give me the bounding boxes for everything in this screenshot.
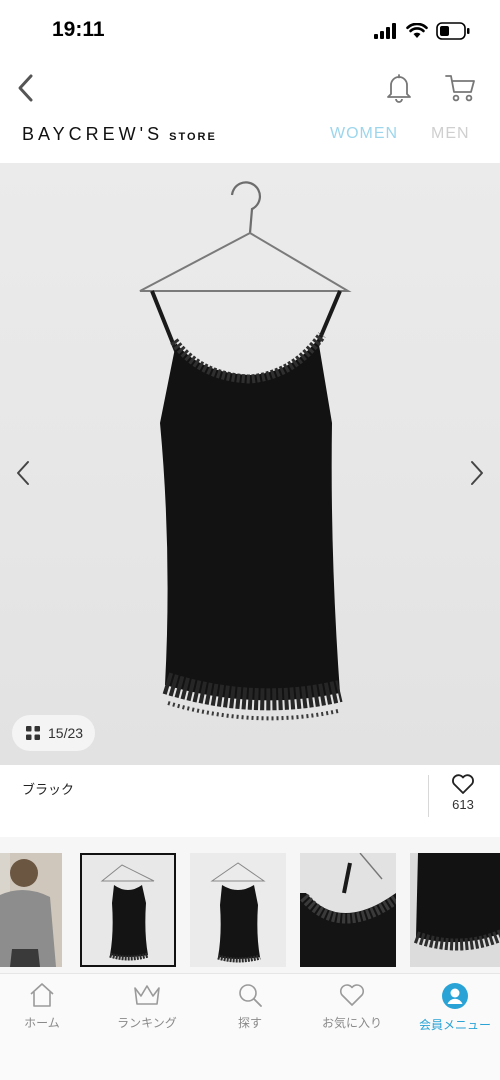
tab-member-menu[interactable]: 会員メニュー [405,982,500,1042]
chevron-left-icon [18,74,33,102]
user-icon [442,983,468,1009]
tab-women[interactable]: WOMEN [330,125,398,143]
thumb-model[interactable] [0,853,62,967]
product-info-row: ブラック 613 [0,765,500,837]
like-button[interactable]: 613 [440,773,486,825]
gallery-prev-button[interactable] [8,453,38,493]
chevron-left-icon [17,461,29,485]
heart-icon [339,984,365,1006]
crown-icon [134,985,160,1005]
tab-member-menu-label: 会員メニュー [418,1018,491,1032]
image-counter-button[interactable]: 15/23 [12,715,96,751]
wifi-icon [406,23,428,38]
home-icon [30,983,54,1007]
thumbnail-strip [0,849,500,973]
tab-home[interactable]: ホーム [0,982,92,1042]
thumb-front-selected[interactable] [80,853,176,967]
like-count: 613 [452,797,474,812]
bell-icon [387,74,411,103]
divider [428,775,429,817]
image-counter: 15/23 [48,725,84,741]
brand-main: BAYCREW'S [22,124,164,144]
thumb-lace-detail[interactable] [300,853,396,967]
cart-icon [445,75,475,102]
search-icon [239,984,262,1007]
thumb-front-alt[interactable] [190,853,286,967]
tab-ranking-label: ランキング [117,1016,177,1030]
brand-row: BAYCREW'S STORE WOMEN MEN [0,116,500,156]
tab-search[interactable]: 探す [200,982,300,1042]
heart-icon [452,774,474,794]
status-icons [374,22,470,40]
tab-search-label: 探す [237,1016,262,1030]
thumb-hem-detail[interactable] [410,853,500,967]
notification-button[interactable] [382,70,416,106]
battery-icon [436,22,470,40]
product-image[interactable]: 15/23 [0,163,500,765]
grid-icon [26,726,40,740]
tab-ranking[interactable]: ランキング [97,982,197,1042]
tab-men[interactable]: MEN [431,125,470,143]
signal-icon [374,23,396,39]
section-gap [0,837,500,849]
brand-logo[interactable]: BAYCREW'S STORE [22,124,217,145]
camisole-dress-illustration [139,181,352,721]
bottom-tab-bar: ホーム ランキング 探す お気に入り 会員メニュー [0,973,500,1080]
gallery-next-button[interactable] [462,453,492,493]
status-time: 19:11 [52,18,105,41]
cart-button[interactable] [442,70,478,106]
tab-favorites[interactable]: お気に入り [302,982,402,1042]
nav-bar [0,64,500,114]
chevron-right-icon [471,461,483,485]
tab-favorites-label: お気に入り [321,1016,382,1030]
tab-home-label: ホーム [24,1016,60,1030]
status-bar: 19:11 [0,0,500,64]
back-button[interactable] [10,70,42,106]
color-name: ブラック [22,783,75,798]
brand-sub: STORE [169,131,217,143]
